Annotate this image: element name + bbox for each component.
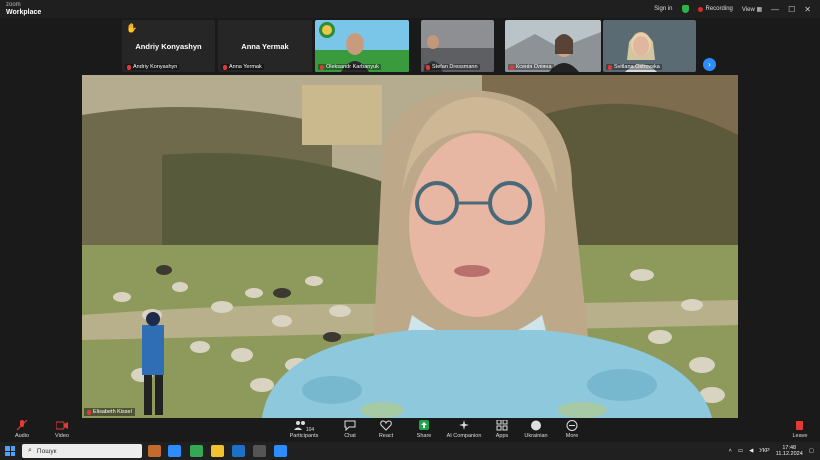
participant-label: Andriy Konyashyn [125,64,180,70]
ai-companion-button[interactable]: AI Companion [444,420,484,439]
participant-tile[interactable]: Svitlana Ostrovska [603,20,696,72]
participant-label: Svitlana Ostrovska [606,64,662,70]
zoom-taskbar-icon[interactable] [274,445,287,457]
mic-muted-icon [2,419,42,431]
raised-hand-icon: ✋ [126,23,138,33]
mic-muted-icon [320,64,324,70]
taskbar-app-icon[interactable] [168,445,181,457]
maximize-button[interactable]: ☐ [788,5,795,14]
mic-muted-icon [223,64,227,70]
network-icon[interactable]: ▭ [738,448,743,454]
chat-bubble-icon [330,420,370,432]
mic-muted-icon [127,64,131,70]
mic-muted-icon [87,409,91,415]
more-dots-icon [552,420,592,431]
meeting-toolbar: Audio Video 104 Participants Chat React … [0,418,820,442]
participant-tile[interactable]: Oleksandr Karbanyuk [315,20,409,72]
participant-name: Anna Yermak [241,42,289,51]
file-explorer-icon[interactable] [211,445,224,457]
globe-icon [516,420,556,431]
chat-button[interactable]: Chat [330,420,370,439]
sparkle-icon [444,420,484,431]
system-tray: ˄ ▭ ◀ УКР 17:48 11.12.2024 ▢ [729,442,820,460]
windows-start-icon[interactable] [5,446,15,456]
share-screen-icon [404,420,444,431]
brand-top: zoom [6,2,21,8]
settings-icon[interactable] [253,445,266,457]
search-icon: ⌕ [28,447,32,454]
people-icon: 104 [284,420,324,433]
participant-label: Anna Yermak [221,64,264,70]
volume-icon[interactable]: ◀ [749,448,753,454]
recording-indicator[interactable]: Recording [697,6,733,12]
more-button[interactable]: More [552,420,592,439]
mic-muted-icon [510,64,514,70]
view-grid-icon: ▦ [756,6,763,13]
clock[interactable]: 17:48 11.12.2024 [776,445,803,457]
leave-icon [780,420,820,431]
taskbar-app-icon[interactable] [148,445,161,457]
participant-name: Andriy Konyashyn [135,42,202,51]
record-dot-icon [697,6,703,12]
participant-tile[interactable]: Anna Yermak Anna Yermak [218,20,312,72]
view-menu[interactable]: View ▦ [742,6,762,13]
participant-tile[interactable]: ✋ Andriy Konyashyn Andriy Konyashyn [122,20,215,72]
zoom-logo: zoom Workplace [6,1,41,17]
mic-muted-icon [426,64,430,70]
participant-label: Ксенія Оліяна [508,64,554,70]
share-button[interactable]: Share [404,420,444,439]
main-speaker-video: Elisabeth Kissel [82,75,738,418]
participants-button[interactable]: 104 Participants [284,420,324,439]
language-interpretation-button[interactable]: Ukrainian [516,420,556,439]
brand-bottom: Workplace [6,9,42,16]
title-bar: zoom Workplace Sign in Recording View ▦ … [0,0,820,18]
audio-button[interactable]: Audio [2,419,42,439]
taskbar-app-icon[interactable] [232,445,245,457]
speaker-name-label: Elisabeth Kissel [84,408,135,416]
chrome-icon[interactable] [190,445,203,457]
taskbar-search-input[interactable]: ⌕ Пошук [22,444,142,458]
leave-button[interactable]: Leave [780,420,820,439]
next-page-arrow-icon[interactable]: › [703,58,716,71]
participant-tile[interactable]: Stefan Dressmann [421,20,494,72]
video-button[interactable]: Video [42,420,82,439]
participant-label: Stefan Dressmann [424,64,480,70]
sign-in-link[interactable]: Sign in [654,6,672,12]
minimize-button[interactable]: — [771,5,779,14]
participants-strip: ✋ Andriy Konyashyn Andriy Konyashyn Anna… [0,18,820,74]
participant-label: Oleksandr Karbanyuk [318,64,381,70]
notifications-icon[interactable]: ▢ [809,448,814,454]
close-button[interactable]: ✕ [804,5,811,14]
speaker-video-frame [82,75,738,418]
heart-icon [366,420,406,431]
windows-taskbar: ⌕ Пошук ˄ ▭ ◀ УКР 17:48 11.12.2024 ▢ [0,442,820,460]
react-button[interactable]: React [366,420,406,439]
recording-label: Recording [705,6,733,12]
participant-tile[interactable]: Ксенія Оліяна [505,20,601,72]
language-indicator[interactable]: УКР [759,448,769,454]
tray-chevron-icon[interactable]: ˄ [729,448,732,454]
camera-off-icon [42,420,82,431]
encryption-shield-icon[interactable] [681,5,689,13]
mic-muted-icon [608,64,612,70]
